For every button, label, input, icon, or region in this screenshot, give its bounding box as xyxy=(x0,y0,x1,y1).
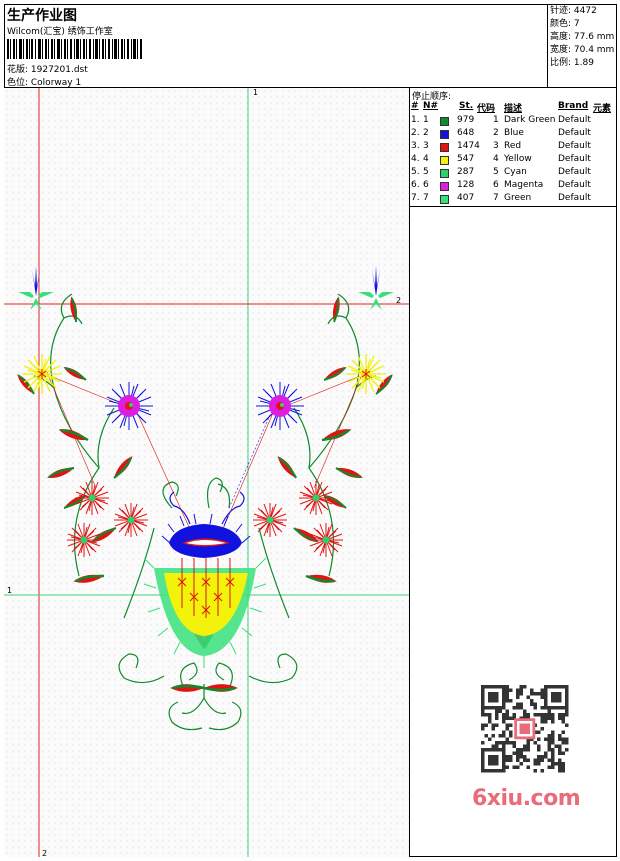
stat-width: 宽度: 70.4 mm xyxy=(550,45,615,55)
row-code: 1 xyxy=(493,115,499,125)
row-brand: Default xyxy=(558,154,591,164)
stop-row[interactable]: 1. 1 979 1 Dark Green Default xyxy=(410,115,617,128)
row-brand: Default xyxy=(558,193,591,203)
row-needle: 5 xyxy=(423,167,429,177)
row-num: 1. xyxy=(411,115,420,125)
row-needle: 4 xyxy=(423,154,429,164)
row-needle: 2 xyxy=(423,128,429,138)
row-brand: Default xyxy=(558,180,591,190)
qr-code xyxy=(471,683,579,776)
embroidery-design: 1 2 1 2 xyxy=(4,88,409,857)
row-stitches: 648 xyxy=(457,128,475,138)
row-description: Red xyxy=(504,141,522,151)
yellow-flower-left xyxy=(21,353,63,395)
color-swatch xyxy=(440,156,449,165)
guide-label-h2: 2 xyxy=(396,296,401,305)
color-swatch xyxy=(440,195,449,204)
header: 生产作业图 Wilcom(汇宝) 绣饰工作室 花版: 1927201.dst 色… xyxy=(4,4,617,88)
row-brand: Default xyxy=(558,115,591,125)
col-header-desc: 描述 xyxy=(504,104,523,114)
stop-row[interactable]: 4. 4 547 4 Yellow Default xyxy=(410,154,617,167)
red-flower-1 xyxy=(74,480,110,516)
row-code: 7 xyxy=(493,193,499,203)
row-stitches: 547 xyxy=(457,154,475,164)
row-code: 2 xyxy=(493,128,499,138)
colorway-label: 色位: Colorway 1 xyxy=(7,78,82,88)
color-swatch xyxy=(440,169,449,178)
red-flower-6 xyxy=(308,522,344,558)
col-header-num: # xyxy=(411,101,419,111)
col-header-stitches: St. xyxy=(459,101,474,111)
guide-label-v1: 1 xyxy=(253,88,258,97)
row-num: 2. xyxy=(411,128,420,138)
color-swatch xyxy=(440,182,449,191)
stat-stitches: 针迹: 4472 xyxy=(550,6,597,16)
stop-row[interactable]: 3. 3 1474 3 Red Default xyxy=(410,141,617,154)
stop-sequence-panel: 停止顺序: # N# St. 代码 描述 Brand 元素 1. 1 979 1 Dar… xyxy=(410,88,617,207)
watermark-text: 6xiu.com xyxy=(472,786,581,811)
row-brand: Default xyxy=(558,167,591,177)
row-description: Magenta xyxy=(504,180,544,190)
row-needle: 6 xyxy=(423,180,429,190)
blue-flower-right xyxy=(255,381,305,431)
row-stitches: 407 xyxy=(457,193,475,203)
row-num: 7. xyxy=(411,193,420,203)
blue-flower-left xyxy=(104,381,154,431)
stop-row[interactable]: 7. 7 407 7 Green Default xyxy=(410,193,617,206)
row-stitches: 979 xyxy=(457,115,475,125)
yellow-flower-right xyxy=(345,353,387,395)
tulip-motif-right xyxy=(358,266,394,310)
row-num: 5. xyxy=(411,167,420,177)
row-stitches: 287 xyxy=(457,167,475,177)
stats-box: 针迹: 4472 颜色: 7 高度: 77.6 mm 宽度: 70.4 mm 比… xyxy=(550,5,614,70)
red-flower-4 xyxy=(298,480,334,516)
red-flower-3 xyxy=(66,522,102,558)
row-description: Green xyxy=(504,193,532,203)
row-num: 6. xyxy=(411,180,420,190)
stat-scale: 比例: 1.89 xyxy=(550,58,594,68)
stop-row[interactable]: 2. 2 648 2 Blue Default xyxy=(410,128,617,141)
row-brand: Default xyxy=(558,128,591,138)
row-stitches: 128 xyxy=(457,180,475,190)
row-description: Dark Green xyxy=(504,115,556,125)
row-stitches: 1474 xyxy=(457,141,480,151)
row-code: 6 xyxy=(493,180,499,190)
row-code: 4 xyxy=(493,154,499,164)
color-swatch xyxy=(440,143,449,152)
col-header-code: 代码 xyxy=(477,104,496,114)
row-code: 3 xyxy=(493,141,499,151)
row-description: Blue xyxy=(504,128,524,138)
company-name: Wilcom(汇宝) 绣饰工作室 xyxy=(7,27,113,37)
row-code: 5 xyxy=(493,167,499,177)
header-divider xyxy=(547,4,548,88)
row-num: 3. xyxy=(411,141,420,151)
stop-row[interactable]: 5. 5 287 5 Cyan Default xyxy=(410,167,617,180)
color-swatch xyxy=(440,130,449,139)
stat-height: 高度: 77.6 mm xyxy=(550,32,615,42)
col-header-brand: Brand xyxy=(558,101,589,111)
stop-row[interactable]: 6. 6 128 6 Magenta Default xyxy=(410,180,617,193)
tulip-motif-left xyxy=(18,266,54,310)
color-swatch xyxy=(440,117,449,126)
row-num: 4. xyxy=(411,154,420,164)
row-description: Yellow xyxy=(504,154,532,164)
red-flower-5 xyxy=(252,502,288,538)
row-needle: 7 xyxy=(423,193,429,203)
row-needle: 1 xyxy=(423,115,429,125)
stat-colors: 颜色: 7 xyxy=(550,19,580,29)
red-flower-2 xyxy=(113,502,149,538)
guide-label-h1: 1 xyxy=(7,586,12,595)
row-description: Cyan xyxy=(504,167,527,177)
row-brand: Default xyxy=(558,141,591,151)
row-needle: 3 xyxy=(423,141,429,151)
barcode xyxy=(7,39,142,59)
design-canvas[interactable]: 1 2 1 2 xyxy=(4,88,409,857)
page-title: 生产作业图 xyxy=(7,8,77,24)
col-header-element: 元素 xyxy=(593,104,612,114)
embroidery-stems xyxy=(33,293,377,731)
col-header-no: N# xyxy=(423,101,439,111)
design-file-label: 花版: 1927201.dst xyxy=(7,65,88,75)
guide-label-v2: 2 xyxy=(42,849,47,857)
